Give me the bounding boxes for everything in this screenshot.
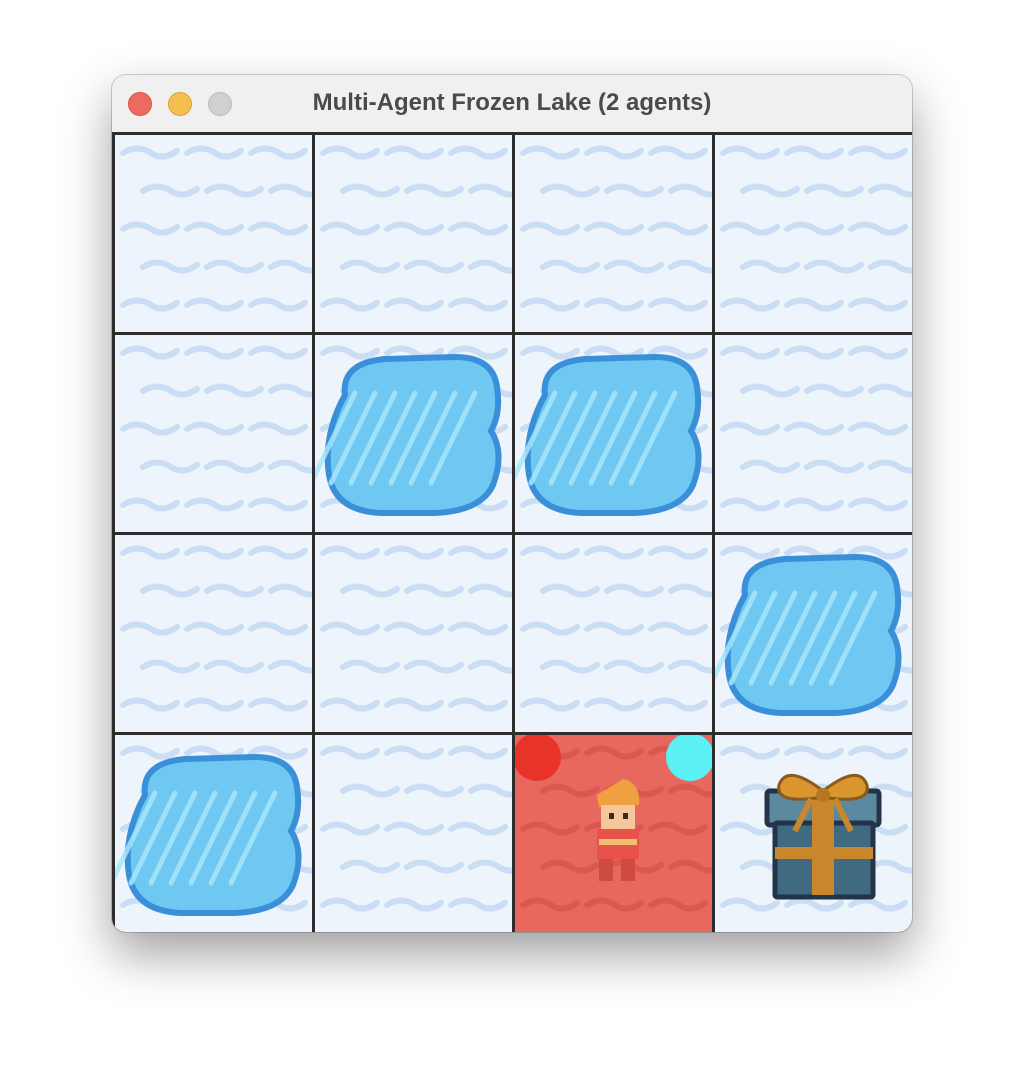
ice-hole	[315, 345, 512, 516]
grid-cell-0-3-ice	[715, 135, 912, 332]
ice-hole	[715, 545, 912, 716]
ice-texture	[320, 745, 512, 912]
grid-cell-3-2-ice	[515, 735, 712, 932]
ice-texture	[320, 545, 512, 712]
grid-cell-2-1-ice	[315, 535, 512, 732]
agent-marker-2	[666, 735, 712, 781]
grid-cell-3-3-goal	[715, 735, 912, 932]
grid-cell-1-1-hole	[315, 335, 512, 532]
ice-texture	[520, 145, 712, 312]
grid-cell-3-1-ice	[315, 735, 512, 932]
window-title: Multi-Agent Frozen Lake (2 agents)	[312, 89, 712, 116]
ice-texture	[120, 545, 312, 712]
grid-cell-1-2-hole	[515, 335, 712, 532]
gift-box-icon	[720, 745, 912, 912]
ice-texture	[120, 145, 312, 312]
ice-texture	[320, 145, 512, 312]
grid-cell-1-0-ice	[115, 335, 312, 532]
grid-cell-2-3-hole	[715, 535, 912, 732]
grid-cell-2-0-ice	[115, 535, 312, 732]
game-board	[112, 132, 912, 932]
grid-cell-0-2-ice	[515, 135, 712, 332]
grid-cell-0-1-ice	[315, 135, 512, 332]
ice-texture	[520, 545, 712, 712]
ice-texture	[720, 345, 912, 512]
grid-cell-1-3-ice	[715, 335, 912, 532]
ice-hole	[515, 345, 712, 516]
grid-cell-2-2-ice	[515, 535, 712, 732]
game-window: Multi-Agent Frozen Lake (2 agents)	[112, 75, 912, 932]
ice-hole	[115, 745, 312, 916]
grid-cell-3-0-hole	[115, 735, 312, 932]
title-bar[interactable]: Multi-Agent Frozen Lake (2 agents)	[112, 75, 912, 133]
grid-cell-0-0-ice	[115, 135, 312, 332]
ice-texture	[720, 145, 912, 312]
ice-texture	[120, 345, 312, 512]
